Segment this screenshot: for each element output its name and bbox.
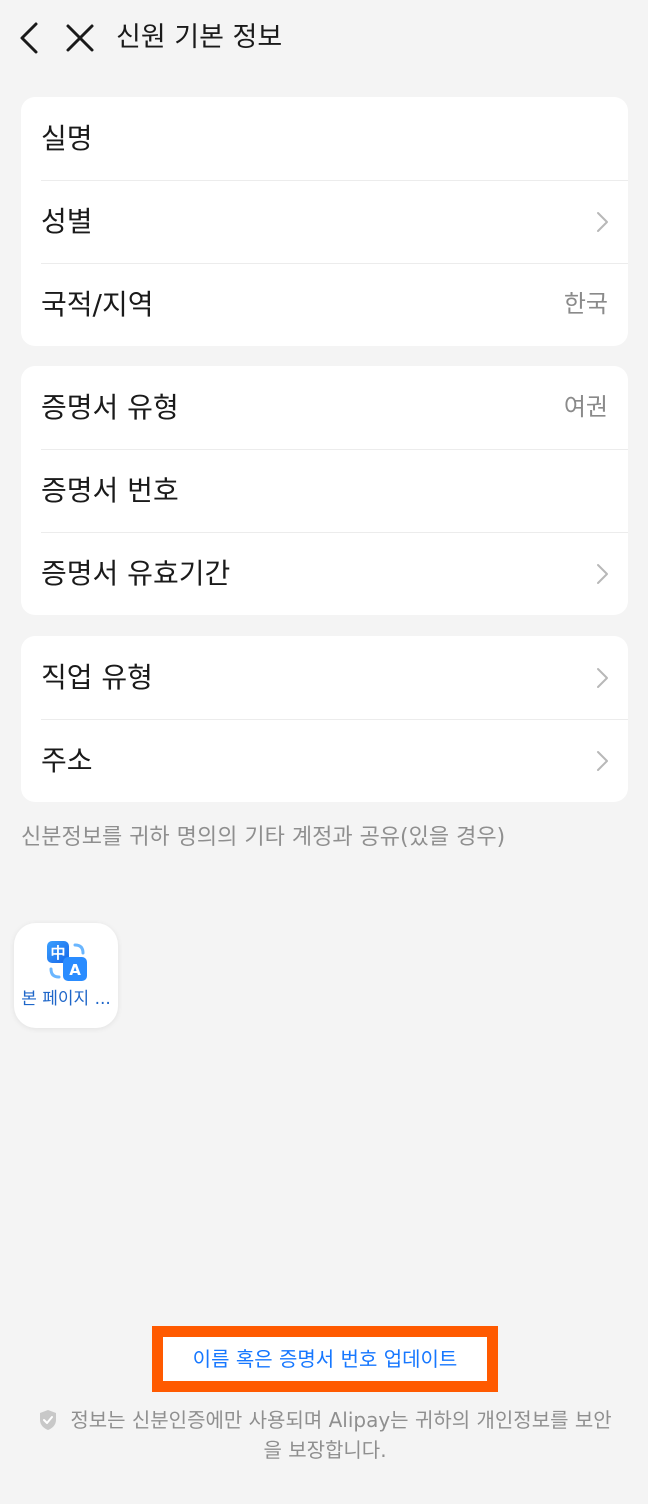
row-label: 증명서 번호 [41, 474, 179, 507]
svg-text:中: 中 [50, 944, 65, 962]
footer-text: 정보는 신분인증에만 사용되며 Alipay는 귀하의 개인정보를 보안을 보장… [70, 1408, 612, 1462]
row-document-expiry[interactable]: 증명서 유효기간 [21, 532, 628, 615]
basic-info-card: 실명 성별 국적/지역 한국 [21, 97, 628, 346]
row-document-number: 증명서 번호 [21, 449, 628, 532]
row-value: 여권 [563, 393, 608, 421]
extra-info-card: 직업 유형 주소 [21, 636, 628, 802]
chevron-right-icon [597, 668, 608, 688]
row-label: 증명서 유형 [41, 391, 179, 424]
svg-text:A: A [69, 961, 81, 979]
translate-label: 본 페이지 ... [21, 989, 111, 1009]
translate-icon: 中 A [47, 941, 87, 981]
row-label: 주소 [41, 744, 93, 777]
row-label: 증명서 유효기간 [41, 557, 231, 590]
row-label: 국적/지역 [41, 288, 154, 321]
update-name-or-number-link[interactable]: 이름 혹은 증명서 번호 업데이트 [163, 1337, 487, 1381]
row-occupation[interactable]: 직업 유형 [21, 636, 628, 719]
chevron-right-icon [597, 751, 608, 771]
chevron-right-icon [597, 564, 608, 584]
nav-bar: 신원 기본 정보 [0, 0, 648, 78]
row-gender[interactable]: 성별 [21, 180, 628, 263]
page-title: 신원 기본 정보 [116, 22, 283, 53]
row-value: 한국 [563, 290, 608, 318]
translate-page-button[interactable]: 中 A 본 페이지 ... [14, 923, 118, 1028]
back-arrow-icon[interactable] [12, 20, 48, 56]
chevron-right-icon [597, 212, 608, 232]
update-highlight-box: 이름 혹은 증명서 번호 업데이트 [152, 1326, 498, 1392]
row-label: 직업 유형 [41, 661, 153, 694]
row-real-name: 실명 [21, 97, 628, 180]
row-label: 실명 [41, 122, 93, 155]
privacy-footer: 정보는 신분인증에만 사용되며 Alipay는 귀하의 개인정보를 보안을 보장… [30, 1405, 620, 1465]
shield-icon [40, 1410, 57, 1430]
document-info-card: 증명서 유형 여권 증명서 번호 증명서 유효기간 [21, 366, 628, 615]
close-icon[interactable] [62, 20, 98, 56]
row-label: 성별 [41, 205, 93, 238]
share-info-note: 신분정보를 귀하 명의의 기타 계정과 공유(있을 경우) [21, 825, 506, 850]
row-document-type: 증명서 유형 여권 [21, 366, 628, 449]
row-nationality: 국적/지역 한국 [21, 263, 628, 346]
row-address[interactable]: 주소 [21, 719, 628, 802]
